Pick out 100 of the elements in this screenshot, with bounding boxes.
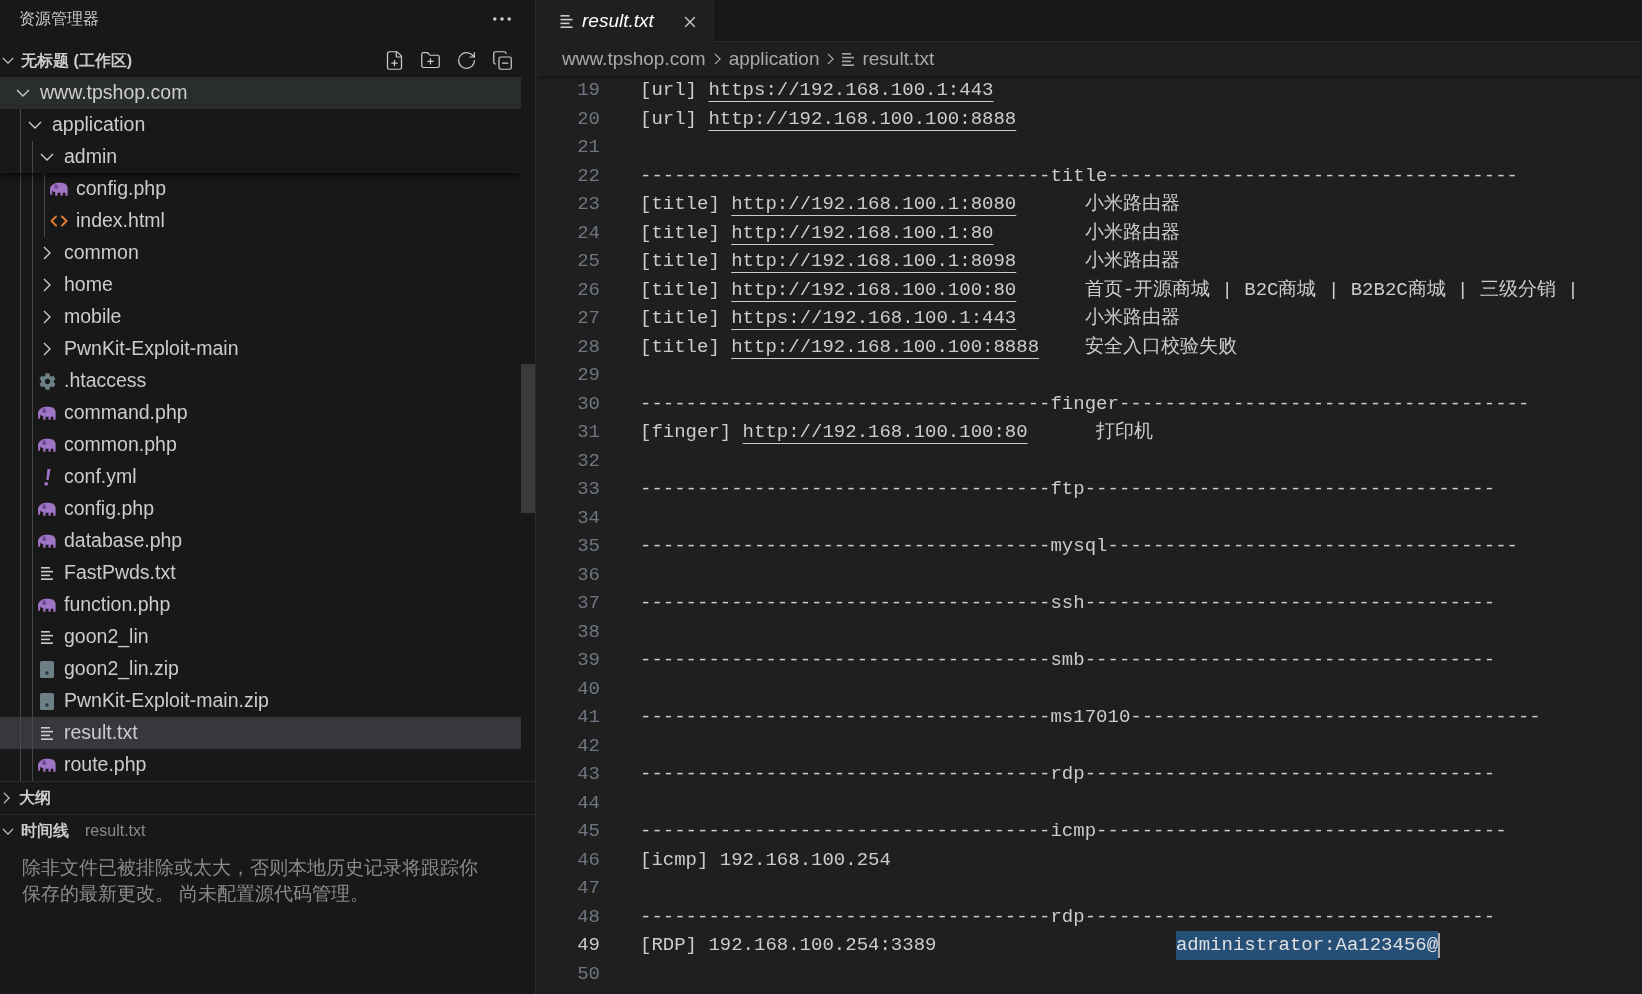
elephant-icon [38, 438, 56, 452]
breadcrumb-item[interactable]: www.tpshop.com [560, 44, 708, 74]
line-number: 26 [576, 277, 600, 303]
chevron-right-icon [713, 53, 721, 65]
file-item[interactable]: conf.yml [0, 461, 521, 493]
file-item[interactable]: goon2_lin.zip [0, 653, 521, 685]
code-text: 192.168.100.254:3389 [708, 934, 937, 956]
url-link[interactable]: http://192.168.100.100:8888 [708, 107, 1017, 130]
code-text: [title] [640, 277, 720, 303]
line-number: 40 [576, 676, 600, 702]
elephant-icon [38, 534, 56, 548]
file-item[interactable]: index.html [0, 205, 521, 237]
code-text: 首页-开源商城 | B2C商城 | B2B2C商城 | 三级分销 | [1084, 277, 1579, 303]
outline-section-header[interactable]: 大纲 [0, 782, 51, 814]
line-number: 25 [576, 249, 600, 274]
line-number: 37 [576, 591, 600, 616]
file-item[interactable]: function.php [0, 589, 521, 621]
more-icon [493, 17, 511, 21]
line-number: 30 [576, 391, 600, 417]
text-cursor-icon [1438, 932, 1441, 958]
code-text: 小米路由器 [1084, 249, 1180, 274]
collapse-all-icon [491, 50, 513, 71]
zip-file-icon [40, 692, 54, 710]
breadcrumb-item[interactable]: result.txt [840, 44, 937, 74]
file-item[interactable]: database.php [0, 525, 521, 557]
code-text: 小米路由器 [1084, 192, 1180, 217]
elephant-icon [38, 502, 56, 516]
elephant-icon [50, 182, 68, 196]
refresh-icon [455, 50, 477, 71]
elephant-icon [38, 758, 56, 772]
code-text: ------------------------------------title------------------------------------ [640, 163, 1518, 189]
file-item[interactable]: command.php [0, 397, 521, 429]
url-link[interactable]: http://192.168.100.1:8080 [731, 193, 1017, 215]
file-item[interactable]: PwnKit-Exploit-main.zip [0, 685, 521, 717]
line-number: 38 [576, 619, 600, 645]
zip-file-icon [40, 660, 54, 678]
code-text: ------------------------------------ms17010------------------------------------ [640, 705, 1541, 730]
url-link[interactable]: http://192.168.100.1:80 [731, 221, 994, 244]
folder-item[interactable]: admin [0, 141, 521, 173]
line-number: 48 [576, 904, 600, 930]
line-number: 49 [576, 933, 600, 958]
url-link[interactable]: http://192.168.100.100:80 [742, 421, 1028, 443]
code-text: [RDP] [640, 933, 697, 958]
line-number: 44 [576, 790, 600, 816]
file-item[interactable]: result.txt [0, 717, 521, 749]
folder-item[interactable]: www.tpshop.com [0, 77, 521, 109]
folder-item[interactable]: application [0, 109, 521, 141]
code-text: [url] [640, 106, 697, 132]
code-text: ------------------------------------ftp------------------------------------ [640, 477, 1496, 502]
code-text: 小米路由器 [1084, 220, 1180, 246]
url-link[interactable]: http://192.168.100.100:80 [731, 278, 1017, 301]
line-number: 47 [576, 876, 600, 901]
scrollbar-thumb[interactable] [521, 364, 535, 513]
file-item[interactable]: config.php [0, 493, 521, 525]
code-text: 打印机 [1096, 420, 1154, 445]
code-text: [icmp] [640, 847, 709, 873]
code-text: 安全入口校验失败 [1084, 334, 1237, 360]
code-text: [title] [640, 220, 720, 246]
code-text: 192.168.100.254 [719, 848, 891, 871]
text-file-icon [41, 630, 53, 644]
file-item[interactable]: goon2_lin [0, 621, 521, 653]
line-number: 45 [576, 819, 600, 844]
line-number: 24 [576, 220, 600, 246]
panel-title: 资源管理器 [19, 9, 99, 29]
breadcrumb-item[interactable]: application [726, 44, 822, 74]
timeline-file-label: result.txt [85, 821, 146, 841]
timeline-section-header[interactable]: 时间线 [0, 815, 69, 847]
code-text: 小米路由器 [1084, 306, 1180, 331]
gear-icon [38, 372, 56, 390]
folder-item[interactable]: home [0, 269, 521, 301]
line-number: 19 [576, 78, 600, 103]
text-file-icon [560, 15, 573, 28]
line-number: 21 [576, 135, 600, 160]
code-text: ------------------------------------finger------------------------------------ [640, 391, 1530, 417]
file-item[interactable]: route.php [0, 749, 521, 781]
folder-item[interactable]: PwnKit-Exploit-main [0, 333, 521, 365]
folder-item[interactable]: common [0, 237, 521, 269]
line-number: 34 [576, 505, 600, 531]
folder-item[interactable]: mobile [0, 301, 521, 333]
line-number: 29 [576, 363, 600, 388]
file-item[interactable]: common.php [0, 429, 521, 461]
file-item[interactable]: .htaccess [0, 365, 521, 397]
line-number: 39 [576, 648, 600, 673]
code-text: [title] [640, 249, 720, 274]
line-number: 27 [576, 306, 600, 331]
file-item[interactable]: FastPwds.txt [0, 557, 521, 589]
file-item[interactable]: config.php [0, 173, 521, 205]
code-text: [title] [640, 306, 720, 331]
url-link[interactable]: http://192.168.100.1:8098 [731, 250, 1017, 272]
editor-tab[interactable]: result.txt [536, 0, 714, 43]
code-text: ------------------------------------rdp------------------------------------ [640, 904, 1496, 930]
text-file-icon [41, 566, 53, 580]
line-number: 23 [576, 192, 600, 217]
code-text: [finger] [640, 420, 732, 445]
line-number: 41 [576, 705, 600, 730]
line-number: 28 [576, 334, 600, 360]
workspace-header[interactable]: 无标题 (工作区) [0, 44, 379, 77]
url-link[interactable]: http://192.168.100.100:8888 [731, 335, 1040, 358]
url-link[interactable]: https://192.168.100.1:443 [731, 307, 1017, 329]
url-link[interactable]: https://192.168.100.1:443 [708, 79, 994, 101]
